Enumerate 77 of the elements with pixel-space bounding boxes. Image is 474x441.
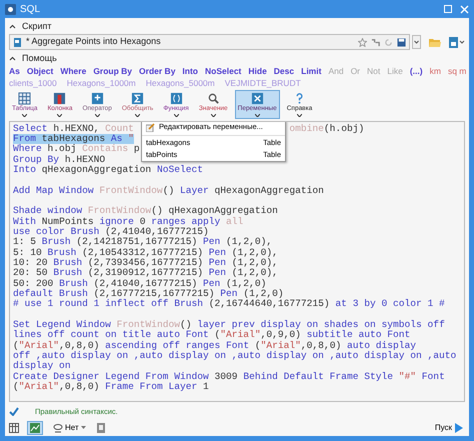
caret-icon <box>57 114 62 116</box>
script-name: * Aggregate Points into Hexagons <box>26 35 161 48</box>
save-as-icon[interactable] <box>449 36 465 48</box>
help-keyword[interactable]: Order By <box>139 64 176 78</box>
braces-icon <box>170 92 183 105</box>
help-keyword[interactable]: Where <box>60 64 86 78</box>
code-line: 10: 20 Brush (2,7393456,16777215) Pen (1,2,0), <box>13 258 278 268</box>
code-line: use color Brush (2,41040,16777215) <box>13 226 209 237</box>
code-line: 5: 10 Brush (2,10543312,16777215) Pen (1,2,0), <box>13 248 278 258</box>
close-icon[interactable] <box>460 4 469 14</box>
play-icon <box>454 422 463 432</box>
code-line: off ,auto display on ,auto display on ,auto display on ,auto display on ,auto <box>13 351 456 362</box>
caret-icon <box>210 114 216 116</box>
code-line: # use 1 round 1 inflect off Brush (2,16744640,16777215) at 3 by 0 color 1 # <box>13 299 445 310</box>
magnifier-icon <box>206 92 220 105</box>
section-title: Помощь <box>22 52 57 65</box>
collapse-icon[interactable] <box>9 24 16 29</box>
code-line: 50: 200 Brush (2,41040,16777215) Pen (1,2,0) <box>13 278 266 289</box>
code-line: With NumPoints ignore 0 ranges apply all <box>13 216 244 227</box>
help-keyword[interactable]: (...) <box>410 64 423 78</box>
pencil-icon <box>146 122 155 132</box>
chart-button[interactable] <box>27 420 43 434</box>
clipboard-icon[interactable] <box>96 422 106 432</box>
window-title: SQL <box>20 2 40 16</box>
table-icon <box>18 92 32 105</box>
caret-icon <box>94 114 100 116</box>
code-line: ombine(h.obj) <box>289 124 364 134</box>
code-line: Shade window FrontWindow() qHexagonAggregation <box>13 206 278 217</box>
plus-icon <box>90 92 104 105</box>
caret-icon <box>296 114 302 116</box>
run-button[interactable]: Пуск <box>432 422 465 434</box>
help-keyword[interactable]: NoSelect <box>205 64 242 78</box>
code-line: ("Arial",0,8,0) ascending off ranges Font ("Arial",0,8,0) auto display <box>13 340 416 351</box>
collapse-icon[interactable] <box>9 56 16 61</box>
help-keyword[interactable]: sq m <box>448 64 466 78</box>
save-icon[interactable] <box>397 38 406 46</box>
code-line: Create Designer Legend From Window 3009 Behind Default Frame Style "#" Font <box>13 372 445 382</box>
dropdown-button[interactable]: Нет <box>51 422 88 434</box>
caret-icon <box>135 114 140 116</box>
chart-icon <box>30 422 40 432</box>
caret-icon <box>22 114 28 116</box>
sigma-icon <box>131 92 144 105</box>
document-icon <box>13 38 22 46</box>
star-icon[interactable] <box>358 38 367 46</box>
help-keyword[interactable]: As <box>9 64 20 78</box>
help-keyword[interactable]: Limit <box>301 64 322 78</box>
help-keyword[interactable]: Into <box>182 64 198 78</box>
code-line: Select h.HEXNO, Count <box>13 124 134 134</box>
code-line: 20: 50 Brush (2,3190912,16777215) Pen (1,2,0), <box>13 268 278 279</box>
code-line: lines off count on title auto Font ("Arial",0,9,0) subtitle auto Font <box>13 330 410 341</box>
code-line: Where h.obj Contains p <box>13 144 140 155</box>
column-icon <box>53 92 66 105</box>
code-line: Add Map Window FrontWindow() Layer qHexagonAggregation <box>13 186 324 196</box>
code-line: Into qHexagonAggregation NoSelect <box>13 164 204 176</box>
dropdown-caret-icon[interactable] <box>412 35 421 49</box>
caret-icon <box>174 114 179 116</box>
help-keyword[interactable]: Object <box>26 64 54 78</box>
help-keyword[interactable]: Desc <box>274 64 294 78</box>
help-keyword[interactable]: km <box>430 64 441 78</box>
section-title: Скрипт <box>22 20 52 33</box>
help-keyword[interactable]: Group By <box>93 64 132 78</box>
script-selector[interactable]: * Aggregate Points into Hexagons <box>9 34 410 50</box>
code-line: ("Arial",0,8,0) Frame From Layer 1 <box>13 382 209 392</box>
code-line: 1: 5 Brush (2,14218751,16777215) Pen (1,2,0), <box>13 237 272 248</box>
help-keyword[interactable]: Hide <box>248 64 267 78</box>
grid-icon[interactable] <box>9 422 19 432</box>
code-line: Group By h.HEXNO <box>13 154 106 165</box>
caret-icon <box>80 426 86 430</box>
code-line: default Brush (2,16777215,16777215) Pen (1,2,0) <box>13 289 284 299</box>
x-icon <box>250 92 264 105</box>
app-icon <box>5 4 16 14</box>
maximize-icon[interactable] <box>444 5 452 13</box>
layer-icon <box>53 422 63 432</box>
caret-icon <box>254 114 260 116</box>
code-editor[interactable] <box>9 120 465 402</box>
code-line: Set Legend Window FrontWindow() layer prev display on shades on symbols off <box>13 320 445 330</box>
code-line: display on <box>13 361 71 372</box>
